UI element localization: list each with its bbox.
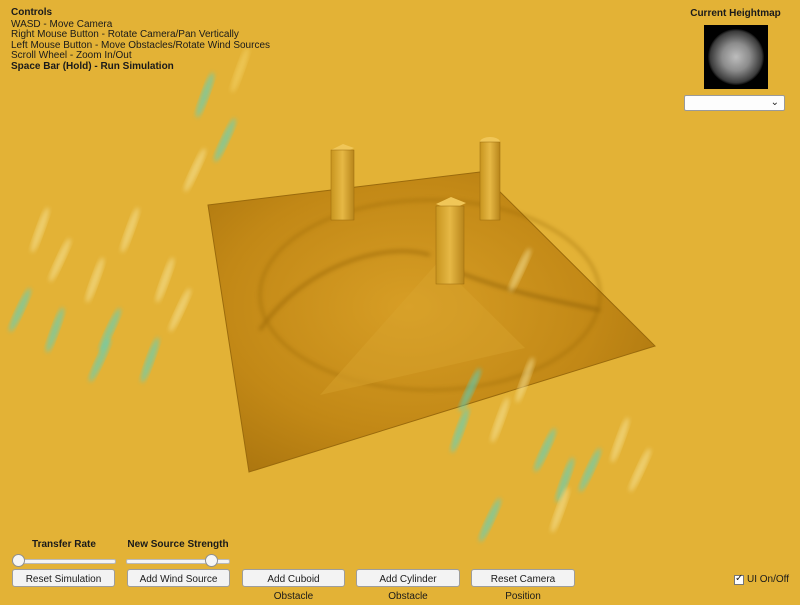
source-strength-slider[interactable] bbox=[126, 553, 230, 567]
source-strength-label: New Source Strength bbox=[127, 539, 229, 550]
wind-particle bbox=[89, 338, 111, 382]
transfer-rate-group: Transfer Rate bbox=[12, 539, 116, 567]
heightmap-panel: Current Heightmap ⌄ bbox=[684, 8, 787, 111]
wind-particle bbox=[479, 498, 501, 542]
ui-toggle-label: UI On/Off bbox=[747, 574, 790, 585]
transfer-rate-handle[interactable] bbox=[12, 554, 25, 567]
heightmap-preview bbox=[703, 25, 768, 89]
wind-particle bbox=[140, 337, 160, 383]
controls-help-panel: Controls WASD - Move Camera Right Mouse … bbox=[11, 7, 270, 72]
transfer-rate-label: Transfer Rate bbox=[32, 539, 96, 550]
add-cylinder-obstacle-button[interactable]: Add Cylinder Obstacle bbox=[356, 569, 460, 602]
wind-particle bbox=[169, 288, 191, 332]
wind-particle bbox=[629, 448, 651, 492]
wind-particle bbox=[214, 118, 236, 162]
source-strength-group: New Source Strength bbox=[126, 539, 230, 567]
wind-particle bbox=[85, 257, 105, 303]
wind-particle bbox=[45, 307, 65, 353]
ui-toggle-checkbox[interactable]: ✓ bbox=[734, 572, 744, 585]
control-line-simulate: Space Bar (Hold) - Run Simulation bbox=[11, 60, 174, 72]
wind-particle bbox=[184, 148, 206, 192]
wind-particle bbox=[49, 238, 71, 282]
controls-title: Controls bbox=[11, 7, 53, 18]
wind-particle bbox=[579, 448, 601, 492]
wind-particle bbox=[120, 207, 140, 253]
add-cuboid-obstacle-button[interactable]: Add Cuboid Obstacle bbox=[242, 569, 345, 602]
wind-particle bbox=[155, 257, 175, 303]
transfer-rate-slider[interactable] bbox=[12, 553, 116, 567]
ui-toggle[interactable]: ✓ UI On/Off bbox=[734, 572, 790, 585]
wind-particle bbox=[9, 288, 31, 332]
source-strength-handle[interactable] bbox=[205, 554, 219, 567]
control-line-zoom: Scroll Wheel - Zoom In/Out bbox=[11, 50, 132, 61]
wind-particle bbox=[450, 407, 470, 453]
cuboid-obstacle-center[interactable] bbox=[435, 197, 466, 285]
reset-camera-position-button[interactable]: Reset Camera Position bbox=[471, 569, 575, 602]
add-wind-source-button[interactable]: Add Wind Source bbox=[127, 569, 230, 587]
control-line-rotate: Right Mouse Button - Rotate Camera/Pan V… bbox=[11, 29, 239, 40]
checkmark-icon: ✓ bbox=[735, 572, 744, 584]
cylinder-obstacle[interactable] bbox=[479, 137, 501, 221]
simulation-viewport[interactable] bbox=[0, 0, 800, 600]
reset-simulation-button[interactable]: Reset Simulation bbox=[12, 569, 115, 587]
cuboid-obstacle-left[interactable] bbox=[330, 144, 355, 221]
wind-particle bbox=[99, 308, 121, 352]
wind-particle bbox=[490, 397, 510, 443]
chevron-down-icon: ⌄ bbox=[770, 97, 779, 108]
wind-particle bbox=[534, 428, 556, 472]
heightmap-dropdown[interactable]: ⌄ bbox=[684, 95, 785, 111]
wind-particle bbox=[610, 417, 630, 463]
wind-particle bbox=[195, 72, 215, 118]
wind-particle bbox=[30, 207, 50, 253]
heightmap-title: Current Heightmap bbox=[690, 8, 781, 19]
